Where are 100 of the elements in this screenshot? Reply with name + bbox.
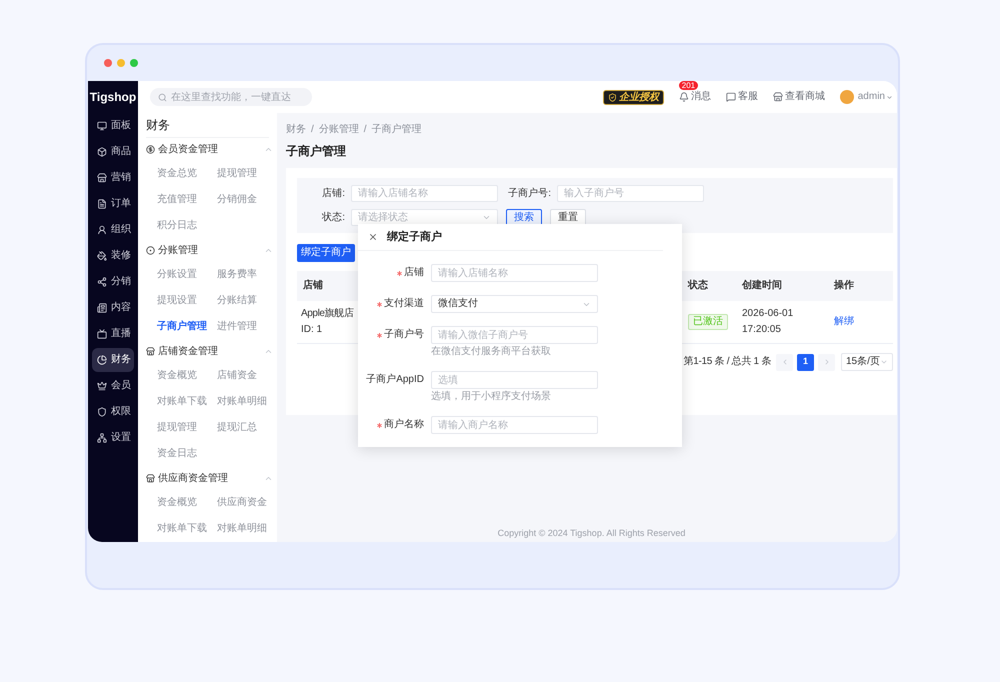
nav-item[interactable]: 营销 [92, 166, 134, 190]
breadcrumb-separator: / [311, 125, 314, 135]
bind-button[interactable]: 绑定子商户 [297, 244, 355, 262]
copyright-text: Copyright © 2024 Tigshop. All Rights Reserved [498, 528, 686, 538]
submenu-link[interactable]: 提现汇总 [217, 422, 257, 434]
created-date: 2026-06-01 [742, 307, 794, 321]
header-action-button[interactable]: 查看商城 [772, 91, 825, 103]
submenu-link[interactable]: 提现管理 [217, 168, 257, 180]
header-action-button[interactable]: 客服 [726, 91, 758, 103]
avatar-icon[interactable] [840, 90, 854, 104]
nav-item[interactable]: 装修 [92, 244, 134, 268]
help-text: 在微信支付服务商平台获取 [431, 346, 552, 358]
menu-group-header[interactable]: 供应商资金管理 [138, 467, 277, 490]
submenu-link[interactable]: 对账单下载 [157, 523, 207, 535]
nav-item[interactable]: 设置 [92, 426, 134, 450]
search-field[interactable]: 在这里查找功能，一键直达 [150, 88, 312, 106]
nav-item[interactable]: 面板 [92, 114, 134, 138]
submenu-link[interactable]: 提现设置 [157, 295, 197, 307]
nav-item[interactable]: 商品 [92, 140, 134, 164]
breadcrumb-link[interactable]: 子商户管理 [372, 125, 422, 135]
input-field[interactable]: 请输入商户名称 [431, 416, 598, 434]
submenu-link[interactable]: 分账设置 [157, 269, 197, 281]
chat-icon [726, 92, 736, 102]
submenu-link[interactable]: 资金概览 [157, 497, 197, 509]
breadcrumb-link[interactable]: 分账管理 [318, 125, 359, 135]
submenu-link[interactable]: 提现管理 [157, 422, 197, 434]
nav-item[interactable]: 订单 [92, 192, 134, 216]
submenu-link[interactable]: 分销佣金 [217, 194, 257, 206]
header-action-button[interactable]: 消息 [678, 91, 711, 103]
submenu-link[interactable]: 对账单下载 [157, 396, 207, 408]
store-icon [146, 347, 155, 356]
breadcrumb-separator: / [364, 125, 367, 135]
menu-group-header[interactable]: 分账管理 [138, 239, 277, 262]
pagination-summary: 第1-15 条 / 总共 1 条 [684, 356, 771, 368]
submenu-link[interactable]: 对账单明细 [217, 523, 267, 535]
filter-label: 子商户号: [507, 188, 551, 200]
shield-icon [608, 92, 617, 102]
page-title: 子商户管理 [286, 145, 346, 157]
monitor-icon [97, 121, 107, 131]
submenu-link[interactable]: 服务费率 [217, 269, 257, 281]
user-menu-button[interactable]: admin [858, 91, 893, 103]
notification-badge: 201 [678, 81, 698, 90]
field-label: 子商户AppID [366, 374, 424, 386]
paint-bucket-icon [97, 251, 107, 261]
input-field[interactable]: 选填 [431, 371, 598, 389]
unbind-link[interactable]: 解绑 [834, 314, 854, 330]
prev-page-button[interactable] [776, 354, 793, 370]
logo-text: Tigshop [90, 90, 136, 104]
nav-item[interactable]: 组织 [92, 218, 134, 242]
select-field[interactable]: 微信支付 [431, 295, 598, 313]
close-icon[interactable] [368, 232, 378, 242]
submenu-link[interactable]: 供应商资金 [217, 497, 267, 509]
page-size-select[interactable]: 15条/页 [841, 353, 893, 371]
store-icon [97, 173, 107, 183]
submenu-link[interactable]: 子商户管理 [157, 321, 207, 333]
store-icon [146, 474, 155, 483]
nav-item[interactable]: 分销 [92, 270, 134, 294]
submenu-link[interactable]: 积分日志 [157, 220, 197, 232]
next-page-button[interactable] [818, 354, 835, 370]
page-button[interactable]: 1 [797, 354, 814, 370]
submenu-link[interactable]: 店铺资金 [217, 370, 257, 382]
menu-group-header[interactable]: 店铺资金管理 [138, 340, 277, 363]
field-label: 子商户号 [384, 329, 424, 341]
submenu-link[interactable]: 资金总览 [157, 168, 197, 180]
license-text: 企业授权 [618, 92, 659, 102]
submenu-link[interactable]: 资金日志 [157, 448, 197, 460]
column-header: 操作 [834, 280, 854, 292]
submenu-link[interactable]: 分账结算 [217, 295, 257, 307]
shield-icon [97, 407, 107, 417]
submenu-link[interactable]: 对账单明细 [217, 396, 267, 408]
nav-item[interactable]: 直播 [92, 322, 134, 346]
input-field[interactable]: 请输入微信子商户号 [431, 326, 598, 344]
search-icon [158, 92, 167, 102]
submenu-link[interactable]: 进件管理 [217, 321, 257, 333]
nav-item[interactable]: 权限 [92, 400, 134, 424]
newspaper-icon [97, 303, 107, 313]
field-label: 商户名称 [384, 419, 424, 431]
menu-group-header[interactable]: 会员资金管理 [138, 138, 277, 161]
input-field[interactable]: 请输入店铺名称 [351, 185, 498, 202]
person-icon [97, 225, 107, 235]
submenu-link[interactable]: 充值管理 [157, 194, 197, 206]
submenu-link[interactable]: 资金概览 [157, 370, 197, 382]
tv-icon [97, 329, 107, 339]
pie-chart-icon [97, 355, 107, 365]
section-title: 财务 [146, 118, 170, 132]
document-icon [97, 199, 107, 209]
filter-label: 店铺: [321, 188, 345, 200]
column-header: 创建时间 [742, 280, 782, 292]
input-field[interactable]: 输入子商户号 [557, 185, 704, 202]
input-field[interactable]: 请输入店铺名称 [431, 264, 598, 282]
nav-item[interactable]: 内容 [92, 296, 134, 320]
network-icon [97, 433, 107, 443]
crown-icon [97, 381, 107, 391]
column-header: 店铺 [303, 280, 323, 292]
breadcrumb-link[interactable]: 财务 [286, 125, 306, 135]
field-label: 店铺 [404, 267, 424, 279]
nav-item[interactable]: 会员 [92, 374, 134, 398]
nav-item[interactable]: 财务 [92, 348, 134, 372]
box-icon [97, 147, 107, 157]
store-id: ID: 1 [301, 323, 322, 337]
